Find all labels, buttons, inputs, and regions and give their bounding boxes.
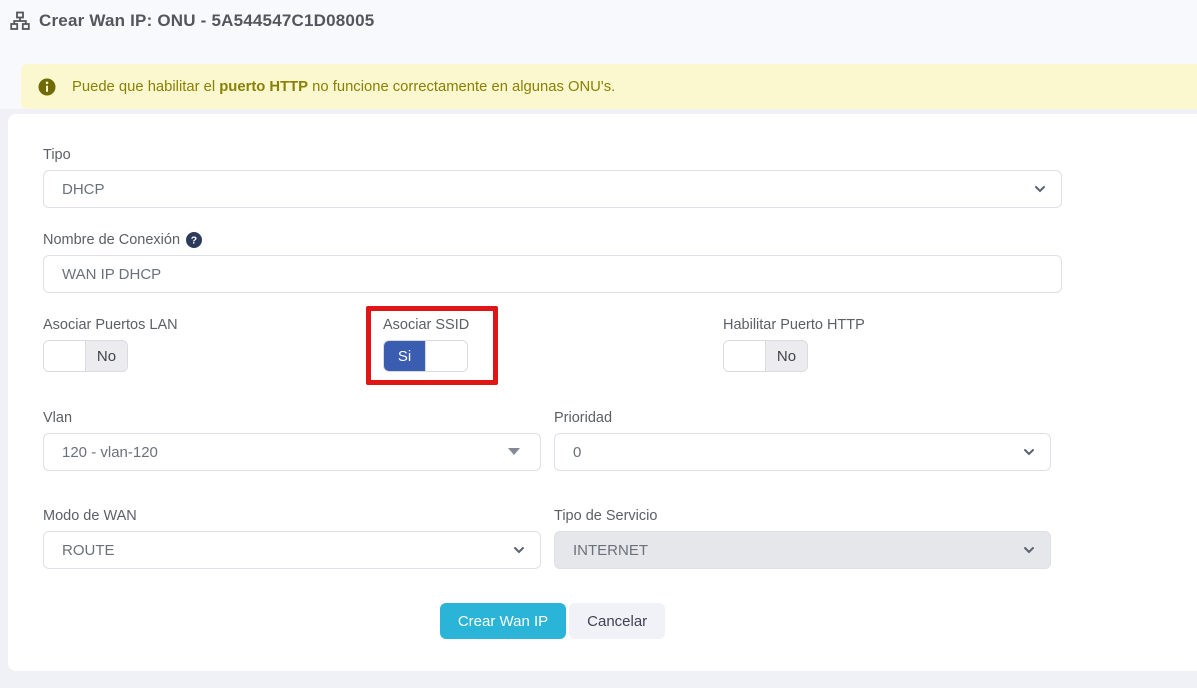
toggle-state-label: No (766, 341, 807, 371)
question-circle-icon[interactable]: ? (186, 232, 202, 248)
asociar-puertos-lan-toggle[interactable]: No (43, 340, 128, 372)
tipo-servicio-select-value: INTERNET (573, 542, 648, 559)
prioridad-label: Prioridad (554, 410, 1051, 426)
tipo-field: Tipo DHCP (43, 147, 1062, 208)
habilitar-puerto-http-toggle[interactable]: No (723, 340, 808, 372)
alert-text: Puede que habilitar el puerto HTTP no fu… (72, 79, 615, 95)
prioridad-select-value: 0 (573, 444, 581, 461)
toggle-state-label: No (86, 341, 127, 371)
toggle-knob (425, 341, 467, 371)
toggle-state-label: Si (384, 341, 425, 371)
prioridad-field: Prioridad 0 (554, 410, 1051, 471)
caret-down-icon (508, 448, 520, 456)
modo-wan-select[interactable]: ROUTE (43, 531, 541, 569)
tipo-servicio-field: Tipo de Servicio INTERNET (554, 508, 1051, 569)
toggle-knob (724, 341, 766, 371)
button-row: Crear Wan IP Cancelar (43, 603, 1062, 639)
chevron-down-icon (1022, 543, 1036, 557)
form-card: Tipo DHCP Nombre de Conexión ? (8, 114, 1197, 671)
crear-wan-ip-button[interactable]: Crear Wan IP (440, 603, 566, 639)
toggle-row: Asociar Puertos LAN No Asociar SSID Si (43, 317, 1062, 372)
asociar-puertos-lan-col: Asociar Puertos LAN No (43, 317, 383, 372)
tipo-select-value: DHCP (62, 181, 105, 198)
cancelar-button[interactable]: Cancelar (569, 603, 665, 639)
vlan-select[interactable]: 120 - vlan-120 (43, 433, 541, 471)
habilitar-puerto-http-col: Habilitar Puerto HTTP No (723, 317, 1063, 372)
sitemap-icon (10, 11, 30, 31)
svg-text:?: ? (191, 235, 197, 247)
modo-wan-select-value: ROUTE (62, 542, 115, 559)
page-title: Crear Wan IP: ONU - 5A544547C1D08005 (39, 11, 374, 31)
habilitar-puerto-http-label: Habilitar Puerto HTTP (723, 317, 1063, 333)
modo-wan-label: Modo de WAN (43, 508, 541, 524)
asociar-ssid-toggle[interactable]: Si (383, 340, 468, 372)
nombre-label: Nombre de Conexión (43, 232, 180, 248)
alert-bold-text: puerto HTTP (219, 79, 308, 95)
page-header: Crear Wan IP: ONU - 5A544547C1D08005 (0, 8, 1197, 34)
vlan-field: Vlan 120 - vlan-120 (43, 410, 541, 471)
info-icon (38, 78, 56, 96)
asociar-puertos-lan-label: Asociar Puertos LAN (43, 317, 383, 333)
modo-servicio-row: Modo de WAN ROUTE Tipo de Servicio INTER… (43, 508, 1062, 569)
vlan-label: Vlan (43, 410, 541, 426)
chevron-down-icon (512, 543, 526, 557)
toggle-knob (44, 341, 86, 371)
vlan-select-value: 120 - vlan-120 (62, 444, 158, 461)
asociar-ssid-col: Asociar SSID Si (383, 317, 723, 372)
prioridad-select[interactable]: 0 (554, 433, 1051, 471)
nombre-field: Nombre de Conexión ? (43, 232, 1062, 293)
top-section: Crear Wan IP: ONU - 5A544547C1D08005 Pue… (0, 0, 1197, 109)
tipo-label: Tipo (43, 147, 1062, 163)
tipo-select[interactable]: DHCP (43, 170, 1062, 208)
http-warning-alert: Puede que habilitar el puerto HTTP no fu… (21, 64, 1197, 109)
asociar-ssid-label: Asociar SSID (383, 317, 723, 333)
wan-ip-form: Tipo DHCP Nombre de Conexión ? (43, 147, 1062, 639)
vlan-prioridad-row: Vlan 120 - vlan-120 Prioridad 0 (43, 410, 1062, 471)
tipo-servicio-select: INTERNET (554, 531, 1051, 569)
tipo-servicio-label: Tipo de Servicio (554, 508, 1051, 524)
chevron-down-icon (1022, 445, 1036, 459)
content-area: Tipo DHCP Nombre de Conexión ? (0, 109, 1197, 671)
nombre-input[interactable] (43, 255, 1062, 293)
modo-wan-field: Modo de WAN ROUTE (43, 508, 541, 569)
chevron-down-icon (1033, 182, 1047, 196)
